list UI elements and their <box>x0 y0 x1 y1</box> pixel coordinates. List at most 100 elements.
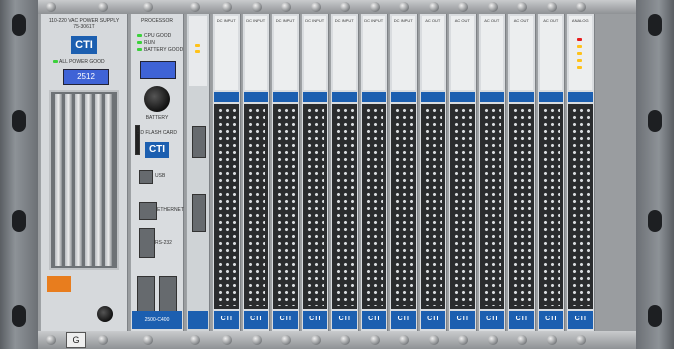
rack-screw <box>46 335 56 345</box>
mount-slot <box>648 110 662 132</box>
io-module-label-card <box>480 16 503 90</box>
analog-status-led <box>577 52 582 55</box>
io-module-title: AC OUT <box>454 18 470 23</box>
io-module-latch[interactable] <box>273 92 298 102</box>
rack-screw <box>143 2 153 12</box>
io-module-latch[interactable] <box>361 92 386 102</box>
chassis: 110-220 VAC POWER SUPPLY 75-3061T CTI AL… <box>38 0 636 349</box>
rack-screw <box>369 2 380 12</box>
cti-logo: CTI <box>545 316 557 322</box>
io-module-brand-tab: CTI <box>273 311 298 329</box>
mount-slot <box>12 14 26 36</box>
mount-slot <box>12 305 26 327</box>
io-module: ANALOG CTI <box>566 14 595 331</box>
rack-screw <box>310 335 321 345</box>
io-module-brand-tab: CTI <box>420 311 445 329</box>
io-module-label-card <box>303 16 326 90</box>
io-module: DC INPUT CTI <box>389 14 418 331</box>
rack-screw <box>546 2 557 12</box>
rack-screw <box>340 335 350 345</box>
rs232-port[interactable] <box>139 228 155 258</box>
cti-logo: CTI <box>145 142 169 158</box>
io-module-latch[interactable] <box>568 92 593 102</box>
rack-screw <box>428 335 439 345</box>
ethernet-port[interactable] <box>139 202 157 220</box>
io-module-label-card <box>274 16 297 90</box>
fuse-holder[interactable] <box>97 306 113 322</box>
rack-screw <box>310 2 321 12</box>
cti-logo: CTI <box>250 316 262 322</box>
terminal-block <box>391 104 416 309</box>
io-module: AC OUT CTI <box>477 14 506 331</box>
io-module-brand-tab: CTI <box>332 311 357 329</box>
cti-logo: CTI <box>71 36 97 54</box>
serial-port-1[interactable] <box>137 276 155 314</box>
io-module-title: ANALOG <box>571 18 589 23</box>
analog-status-led <box>577 59 582 62</box>
cti-logo: CTI <box>397 316 409 322</box>
processor-model: 2500-C400 <box>144 317 170 323</box>
right-mounting-ear <box>636 0 674 349</box>
io-module: AC OUT CTI <box>448 14 477 331</box>
rack-screw <box>251 335 262 345</box>
io-module-latch[interactable] <box>420 92 445 102</box>
io-module-latch[interactable] <box>538 92 563 102</box>
comm-db9-port[interactable] <box>192 194 206 232</box>
usb-port[interactable] <box>139 170 153 184</box>
io-module-label-card <box>333 16 356 90</box>
battery-cap[interactable] <box>144 86 170 112</box>
analog-status-led <box>577 45 582 48</box>
serial-port-2[interactable] <box>159 276 177 314</box>
io-module-brand-tab: CTI <box>361 311 386 329</box>
cti-logo: CTI <box>574 316 586 322</box>
io-module-latch[interactable] <box>479 92 504 102</box>
terminal-block <box>243 104 268 309</box>
analog-status-led <box>577 38 582 41</box>
rack-screw <box>487 2 498 12</box>
io-module-title: DC INPUT <box>334 18 354 23</box>
ground-badge: G <box>66 332 86 348</box>
rack-screw <box>251 2 262 12</box>
io-module-latch[interactable] <box>509 92 534 102</box>
left-mounting-ear <box>0 0 38 349</box>
mount-slot <box>648 210 662 232</box>
io-module-latch[interactable] <box>214 92 239 102</box>
io-module-label-card <box>362 16 385 90</box>
comm-port[interactable] <box>192 126 206 158</box>
psu-model: 75-3061T <box>73 24 95 30</box>
rack-screw <box>281 2 291 12</box>
rack-number-display: 2512 <box>63 69 109 85</box>
io-module-latch[interactable] <box>332 92 357 102</box>
processor-module: PROCESSOR CPU GOOD RUN BATTERY GOOD BATT… <box>130 14 184 331</box>
power-good-led <box>53 60 58 63</box>
io-module-latch[interactable] <box>243 92 268 102</box>
io-module-title: AC OUT <box>543 18 559 23</box>
mount-slot <box>648 14 662 36</box>
terminal-block <box>214 104 239 309</box>
rack-screw <box>281 335 291 345</box>
io-module-latch[interactable] <box>302 92 327 102</box>
io-module-latch[interactable] <box>450 92 475 102</box>
io-module-brand-tab: CTI <box>568 311 593 329</box>
rack-screw <box>517 2 527 12</box>
rack-screw <box>576 2 586 12</box>
io-module-title: AC OUT <box>513 18 529 23</box>
cpu-good-led <box>137 34 142 37</box>
cti-logo: CTI <box>279 316 291 322</box>
io-module-brand-tab: CTI <box>391 311 416 329</box>
terminal-block <box>538 104 563 309</box>
rack-screw <box>546 335 557 345</box>
battery-good-label: BATTERY GOOD <box>144 47 184 53</box>
io-module-label-card <box>539 16 562 90</box>
terminal-block <box>420 104 445 309</box>
comm-tab <box>188 311 208 329</box>
comm-led <box>195 44 200 47</box>
rack-screw <box>190 335 200 345</box>
io-module-latch[interactable] <box>391 92 416 102</box>
io-module-brand-tab: CTI <box>479 311 504 329</box>
rack-screw <box>340 2 350 12</box>
mount-slot <box>12 210 26 232</box>
terminal-block <box>450 104 475 309</box>
rs232-label: RS-232 <box>155 240 172 246</box>
io-module-label-card <box>215 16 238 90</box>
